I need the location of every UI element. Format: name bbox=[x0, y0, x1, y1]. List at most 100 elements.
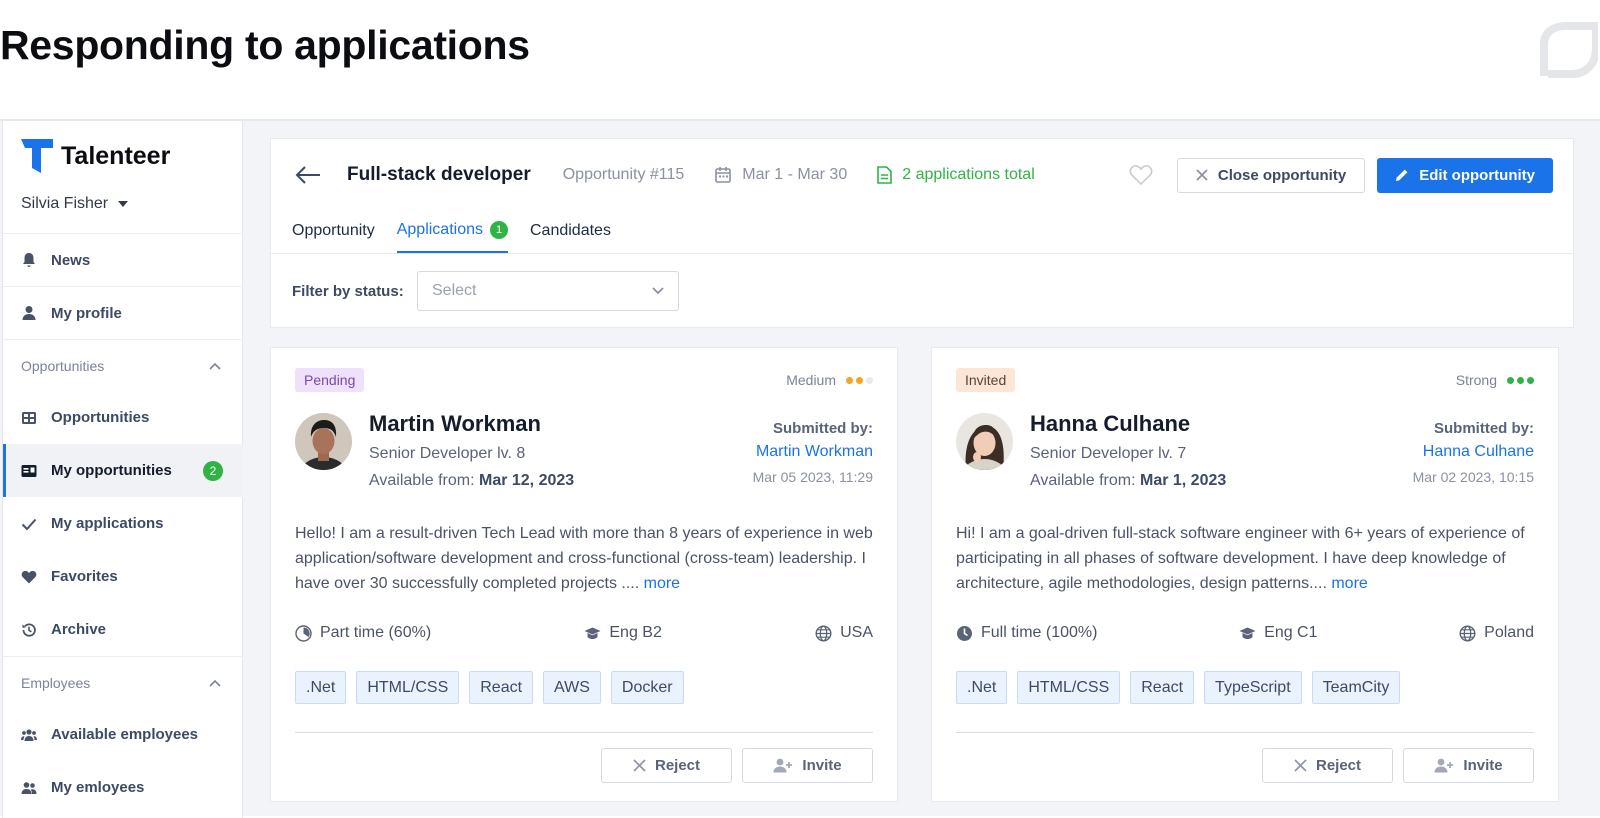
header-row: Full-stack developer Opportunity #115 Ma… bbox=[295, 157, 1553, 193]
location-text: Poland bbox=[1484, 624, 1534, 641]
close-opportunity-button[interactable]: Close opportunity bbox=[1176, 157, 1366, 193]
back-arrow-icon[interactable] bbox=[295, 165, 321, 185]
avatar[interactable] bbox=[956, 413, 1013, 470]
section-title: Opportunities bbox=[21, 357, 105, 374]
header-actions: Close opportunity Edit opportunity bbox=[1129, 157, 1553, 193]
sidebar: Talenteer Silvia Fisher News My profile … bbox=[2, 121, 243, 818]
tab-opportunity[interactable]: Opportunity bbox=[292, 209, 375, 253]
history-icon bbox=[22, 623, 36, 637]
caret-down-icon bbox=[118, 201, 129, 207]
tab-applications[interactable]: Applications 1 bbox=[396, 209, 508, 253]
chevron-down-icon bbox=[652, 287, 664, 295]
card-actions: Reject Invite bbox=[601, 748, 873, 783]
avatar[interactable] bbox=[295, 413, 352, 470]
candidate-meta: Full time (100%) Eng C1 Poland bbox=[956, 624, 1534, 642]
page-title: Full-stack developer bbox=[347, 164, 531, 185]
status-filter-select[interactable]: Select bbox=[417, 271, 679, 311]
skill-tag: React bbox=[1130, 671, 1195, 704]
edit-opportunity-button[interactable]: Edit opportunity bbox=[1377, 157, 1553, 193]
availability: Available from: Mar 1, 2023 bbox=[1030, 472, 1226, 490]
submitted-date: Mar 02 2023, 10:15 bbox=[1412, 469, 1534, 485]
user-menu[interactable]: Silvia Fisher bbox=[21, 195, 129, 213]
sidebar-item-label: Archive bbox=[51, 621, 107, 638]
sidebar-item-favorites[interactable]: Favorites bbox=[3, 550, 243, 603]
bell-icon bbox=[23, 253, 35, 267]
tab-bar: Opportunity Applications 1 Candidates bbox=[292, 209, 611, 253]
card-actions: Reject Invite bbox=[1262, 748, 1534, 783]
calendar-icon bbox=[715, 167, 732, 183]
skill-tag: TeamCity bbox=[1311, 671, 1401, 704]
bio-text: Hi! I am a goal-driven full-stack softwa… bbox=[956, 525, 1525, 592]
submitted-info: Submitted by: Martin Workman Mar 05 2023… bbox=[753, 420, 873, 485]
chevron-up-icon bbox=[209, 362, 221, 370]
skill-tag: HTML/CSS bbox=[1017, 671, 1121, 704]
section-opportunities-toggle[interactable]: Opportunities bbox=[3, 339, 243, 391]
submitted-by-link[interactable]: Martin Workman bbox=[753, 443, 873, 461]
clock-partial-icon bbox=[295, 624, 312, 642]
sidebar-item-my-profile[interactable]: My profile bbox=[3, 286, 243, 339]
favorite-heart-icon[interactable] bbox=[1129, 164, 1153, 186]
tab-label: Candidates bbox=[530, 222, 611, 239]
match-label: Strong bbox=[1455, 372, 1497, 388]
skill-tags: .Net HTML/CSS React AWS Docker bbox=[295, 671, 684, 704]
chevron-up-icon bbox=[209, 679, 221, 687]
sidebar-item-my-opportunities[interactable]: My opportunities 2 bbox=[3, 444, 243, 497]
count-badge: 2 bbox=[203, 461, 223, 481]
reject-label: Reject bbox=[654, 757, 701, 774]
section-employees-toggle[interactable]: Employees bbox=[3, 656, 243, 708]
sidebar-item-label: Favorites bbox=[51, 568, 118, 585]
submitted-label: Submitted by: bbox=[1434, 420, 1534, 437]
match-dots bbox=[1507, 376, 1534, 384]
sidebar-item-my-employees[interactable]: My emloyees bbox=[3, 761, 243, 814]
applications-total[interactable]: 2 applications total bbox=[877, 166, 1035, 184]
skill-tags: .Net HTML/CSS React TypeScript TeamCity bbox=[956, 671, 1401, 704]
user-group-icon bbox=[21, 781, 37, 794]
select-placeholder: Select bbox=[432, 282, 477, 299]
user-name: Silvia Fisher bbox=[21, 195, 109, 212]
users-icon bbox=[21, 728, 37, 741]
candidate-name[interactable]: Martin Workman bbox=[369, 411, 541, 437]
english-level: Eng B2 bbox=[584, 624, 662, 642]
submitted-by-link[interactable]: Hanna Culhane bbox=[1413, 443, 1534, 461]
reject-label: Reject bbox=[1315, 757, 1362, 774]
document-icon bbox=[877, 166, 893, 184]
skill-tag: Docker bbox=[610, 671, 684, 704]
candidate-name[interactable]: Hanna Culhane bbox=[1030, 411, 1190, 437]
sidebar-item-news[interactable]: News bbox=[3, 233, 243, 286]
reject-button[interactable]: Reject bbox=[601, 748, 732, 783]
skill-tag: TypeScript bbox=[1204, 671, 1302, 704]
tab-label: Opportunity bbox=[292, 222, 375, 239]
section-title: Employees bbox=[21, 674, 91, 691]
sidebar-item-opportunities[interactable]: Opportunities bbox=[3, 391, 243, 444]
match-indicator: Medium bbox=[786, 372, 873, 388]
sidebar-item-label: My opportunities bbox=[51, 462, 172, 479]
grid-icon bbox=[22, 411, 36, 424]
more-link[interactable]: more bbox=[644, 575, 680, 592]
skill-tag: .Net bbox=[956, 671, 1008, 704]
sidebar-item-my-applications[interactable]: My applications bbox=[3, 497, 243, 550]
invite-button[interactable]: Invite bbox=[1403, 748, 1534, 783]
divider bbox=[271, 253, 1573, 254]
employment-text: Full time (100%) bbox=[981, 624, 1098, 641]
invite-button[interactable]: Invite bbox=[742, 748, 873, 783]
close-icon bbox=[1294, 759, 1307, 772]
sidebar-item-available-employees[interactable]: Available employees bbox=[3, 708, 243, 761]
app-logo[interactable]: Talenteer bbox=[21, 139, 170, 173]
globe-icon bbox=[1459, 624, 1476, 642]
more-link[interactable]: more bbox=[1331, 575, 1367, 592]
availability: Available from: Mar 12, 2023 bbox=[369, 472, 574, 490]
sidebar-item-archive[interactable]: Archive bbox=[3, 603, 243, 656]
app-frame: Talenteer Silvia Fisher News My profile … bbox=[0, 119, 1600, 818]
candidate-role: Senior Developer lv. 8 bbox=[369, 445, 526, 462]
reject-button[interactable]: Reject bbox=[1262, 748, 1393, 783]
brand-leaf-icon bbox=[1540, 22, 1598, 78]
tab-candidates[interactable]: Candidates bbox=[530, 209, 611, 253]
clock-icon bbox=[957, 625, 972, 641]
filter-label: Filter by status: bbox=[292, 283, 404, 300]
close-icon bbox=[1196, 169, 1208, 181]
submitted-info: Submitted by: Hanna Culhane Mar 02 2023,… bbox=[1413, 420, 1534, 485]
status-badge: Invited bbox=[956, 368, 1016, 392]
match-dot bbox=[1517, 376, 1524, 384]
page-headline: Responding to applications bbox=[0, 22, 530, 68]
opportunity-header: Full-stack developer Opportunity #115 Ma… bbox=[270, 138, 1574, 328]
